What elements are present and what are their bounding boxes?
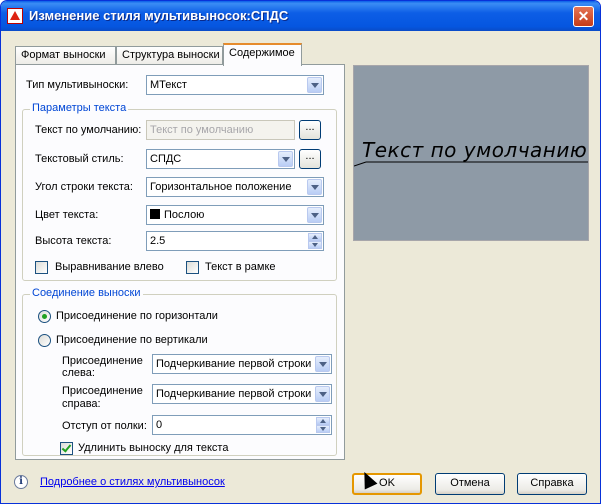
chevron-down-icon[interactable] [307, 179, 322, 195]
app-icon [7, 8, 23, 24]
chevron-down-icon[interactable] [278, 151, 293, 167]
text-height-label: Высота текста: [35, 235, 112, 247]
landing-gap-input[interactable]: 0 [152, 415, 332, 435]
attach-left-label-2: слева: [62, 367, 95, 379]
info-icon: i [14, 475, 28, 489]
tab-content[interactable]: Содержимое [223, 43, 302, 66]
preview-leader-line [354, 161, 588, 167]
multileader-type-select[interactable]: MТекст [146, 75, 324, 95]
help-link[interactable]: Подробнее о стилях мультивыносок [40, 476, 225, 488]
close-button[interactable]: ✕ [573, 6, 594, 27]
chevron-down-icon[interactable] [307, 77, 322, 93]
attach-right-label-2: справа: [62, 398, 101, 410]
frame-text-checkbox[interactable] [186, 261, 199, 274]
cancel-button[interactable]: Отмена [435, 473, 505, 495]
text-style-select[interactable]: СПДС [146, 149, 295, 169]
tab-leader-format[interactable]: Формат выноски [15, 46, 116, 65]
attach-left-value: Подчеркивание первой строки [156, 358, 312, 370]
text-style-label: Текстовый стиль: [35, 153, 124, 165]
default-text-value: Текст по умолчанию [150, 124, 254, 136]
default-text-field[interactable]: Текст по умолчанию [146, 120, 295, 140]
attach-right-label-1: Присоединение [62, 385, 143, 397]
multileader-type-label: Тип мультивыноски: [26, 79, 129, 91]
text-angle-select[interactable]: Горизонтальное положение [146, 177, 324, 197]
frame-text-label[interactable]: Текст в рамке [205, 261, 276, 273]
left-justify-label[interactable]: Выравнивание влево [55, 261, 164, 273]
attach-left-label-1: Присоединение [62, 355, 143, 367]
spin-down-icon[interactable] [316, 425, 330, 433]
extend-leader-label[interactable]: Удлинить выноску для текста [78, 442, 228, 454]
attach-vertical-radio[interactable] [38, 334, 51, 347]
text-params-title: Параметры текста [30, 102, 129, 114]
content-panel: Тип мультивыноски: MТекст Параметры текс… [15, 64, 345, 460]
color-swatch [150, 209, 160, 219]
attach-left-select[interactable]: Подчеркивание первой строки [152, 354, 332, 374]
text-angle-value: Горизонтальное положение [150, 181, 292, 193]
text-height-input[interactable]: 2.5 [146, 231, 324, 251]
spin-up-icon[interactable] [308, 233, 322, 241]
attach-horizontal-radio[interactable] [38, 310, 51, 323]
dialog-window: Изменение стиля мультивыносок:СПДС ✕ Фор… [0, 0, 601, 504]
landing-gap-label: Отступ от полки: [62, 420, 147, 432]
left-justify-checkbox[interactable] [35, 261, 48, 274]
extend-leader-checkbox[interactable] [60, 442, 73, 455]
text-style-value: СПДС [150, 153, 182, 165]
multileader-type-value: MТекст [150, 79, 187, 91]
leader-connection-title: Соединение выноски [30, 287, 143, 299]
default-text-browse-button[interactable]: ... [299, 120, 321, 140]
text-color-select[interactable]: Послою [146, 205, 324, 225]
text-style-browse-button[interactable]: ... [299, 149, 321, 169]
chevron-down-icon[interactable] [315, 386, 330, 402]
spin-up-icon[interactable] [316, 417, 330, 425]
preview-pane: Текст по умолчанию [353, 65, 589, 241]
chevron-down-icon[interactable] [315, 356, 330, 372]
window-title: Изменение стиля мультивыносок:СПДС [29, 8, 289, 23]
text-color-label: Цвет текста: [35, 209, 99, 221]
spin-down-icon[interactable] [308, 241, 322, 249]
default-text-label: Текст по умолчанию: [35, 124, 142, 136]
attach-vertical-label[interactable]: Присоединение по вертикали [56, 334, 208, 346]
text-angle-label: Угол строки текста: [35, 181, 133, 193]
attach-right-value: Подчеркивание первой строки [156, 388, 312, 400]
landing-gap-value: 0 [156, 419, 163, 431]
text-color-value: Послою [150, 209, 204, 221]
attach-right-select[interactable]: Подчеркивание первой строки [152, 384, 332, 404]
chevron-down-icon[interactable] [307, 207, 322, 223]
text-color-text: Послою [164, 209, 205, 221]
attach-horizontal-label[interactable]: Присоединение по горизонтали [56, 310, 218, 322]
title-bar[interactable]: Изменение стиля мультивыносок:СПДС ✕ [1, 1, 600, 31]
tab-leader-structure[interactable]: Структура выноски [116, 46, 223, 65]
text-height-value: 2.5 [150, 235, 166, 247]
help-button[interactable]: Справка [517, 473, 587, 495]
